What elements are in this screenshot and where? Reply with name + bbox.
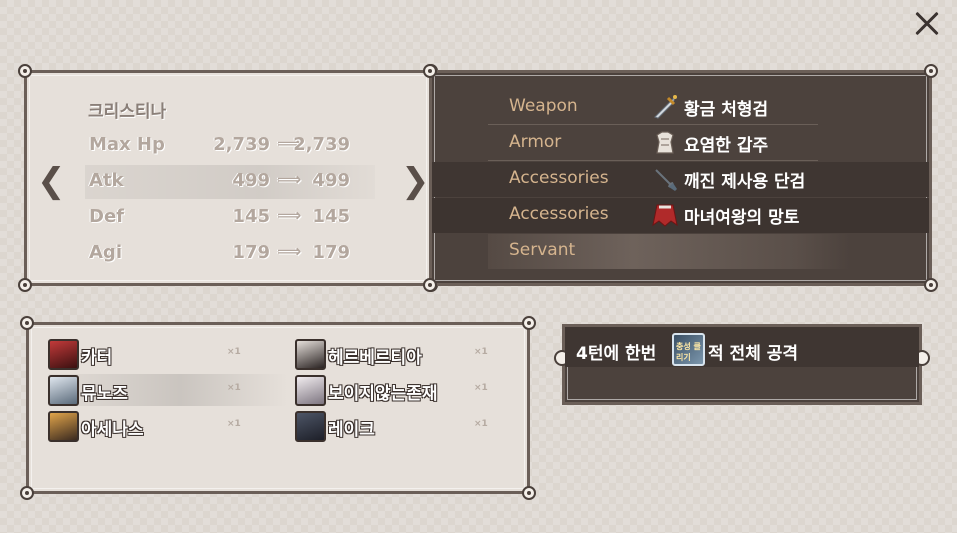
slot-label: Accessories [509,204,609,224]
equipment-panel: Weapon 황금 처형검 Armor 요염한 갑주 Accessories 깨… [423,64,938,292]
servant-count: ×1 [227,383,241,393]
arrow-icon: ⟹ [277,170,302,190]
slot-label: Servant [509,240,576,260]
servant-count: ×1 [227,419,241,429]
equipped-item-name: 요염한 갑주 [684,136,769,156]
equipped-item-name: 깨진 제사용 단검 [684,172,806,192]
equipment-slot-accessory-1[interactable]: Accessories 깨진 제사용 단검 [432,162,929,197]
servant-item[interactable]: 뮤노즈 ×1 [48,374,288,406]
servant-count: ×1 [474,347,488,357]
frame-corner [522,486,536,500]
servant-count: ×1 [227,347,241,357]
equipped-item-name: 황금 처형검 [684,100,769,120]
servant-name: 헤르베르티아 [328,348,422,368]
servant-item[interactable]: 카터 ×1 [48,338,288,370]
servant-portrait [295,375,326,406]
servant-count: ×1 [474,419,488,429]
stat-new-value: 499 [312,170,350,191]
stat-new-value: 179 [312,242,350,263]
equipment-slot-weapon[interactable]: Weapon 황금 처형검 [488,90,818,125]
skill-row: 4턴에 한번 충성 클리기 적 전체 공격 [565,327,919,367]
arrow-icon: ⟹ [277,242,302,262]
servant-count: ×1 [474,383,488,393]
servant-name: 뮤노즈 [81,384,128,404]
servant-name: 아세나스 [81,420,144,440]
frame-corner [18,64,32,78]
stat-label: Atk [89,170,124,191]
servant-portrait [48,339,79,370]
character-name: 크리스티나 [88,102,167,122]
equipped-item-name: 마녀여왕의 망토 [684,208,800,228]
frame-corner [924,64,938,78]
servant-item[interactable]: 보이지않는존재 ×1 [295,374,535,406]
stat-row-def: Def 145 ⟹ 145 [85,201,375,235]
servant-name: 카터 [81,348,113,368]
frame-corner [20,486,34,500]
servant-name: 레이크 [328,420,375,440]
stat-label: Def [89,206,124,227]
cape-icon [652,204,678,227]
servant-portrait [295,339,326,370]
frame-corner [924,278,938,292]
stat-current-value: 2,739 [213,134,270,155]
stat-new-value: 2,739 [293,134,350,155]
stat-label: Max Hp [89,134,165,155]
slot-label: Armor [509,132,562,152]
servant-item[interactable]: 아세나스 ×1 [48,410,288,442]
stat-current-value: 179 [232,242,270,263]
servant-portrait [48,411,79,442]
sword-icon [654,95,677,119]
frame-corner [20,316,34,330]
servant-item[interactable]: 레이크 ×1 [295,410,535,442]
servant-skill-panel: 4턴에 한번 충성 클리기 적 전체 공격 [554,324,930,405]
stat-row-atk: Atk 499 ⟹ 499 [85,165,375,199]
equipment-slot-armor[interactable]: Armor 요염한 갑주 [488,126,818,161]
slot-label: Accessories [509,168,609,188]
frame-corner [522,316,536,330]
servant-portrait [295,411,326,442]
skill-frequency-text: 4턴에 한번 [576,344,657,364]
servant-name: 보이지않는존재 [328,384,438,404]
stat-row-agi: Agi 179 ⟹ 179 [85,237,375,271]
close-button[interactable] [911,8,943,40]
stat-label: Agi [89,242,122,263]
stat-current-value: 499 [232,170,270,191]
skill-icon: 충성 클리기 [672,333,705,366]
frame-corner [423,64,437,78]
skill-effect-text: 적 전체 공격 [708,344,799,364]
slot-label: Weapon [509,96,578,116]
equipment-slot-accessory-2[interactable]: Accessories 마녀여왕의 망토 [432,198,929,233]
stat-new-value: 145 [312,206,350,227]
armor-icon [656,131,674,154]
prev-character-button[interactable]: ❮ [37,164,66,198]
dagger-icon [655,169,677,191]
servant-item[interactable]: 헤르베르티아 ×1 [295,338,535,370]
skill-icon-label: 충성 클리기 [676,342,701,362]
equipment-slot-servant[interactable]: Servant [488,234,850,269]
frame-corner [18,278,32,292]
stat-current-value: 145 [232,206,270,227]
stats-panel: 크리스티나 ❮ ❯ Max Hp 2,739 ⟹ 2,739 Atk 499 ⟹… [18,64,438,292]
servant-list-panel: 카터 ×1 헤르베르티아 ×1 뮤노즈 ×1 보이지않는존재 ×1 아세나스 ×… [20,316,536,500]
frame-corner [423,278,437,292]
stat-row-max-hp: Max Hp 2,739 ⟹ 2,739 [85,129,375,163]
servant-portrait [48,375,79,406]
next-character-button[interactable]: ❯ [401,164,430,198]
arrow-icon: ⟹ [277,206,302,226]
